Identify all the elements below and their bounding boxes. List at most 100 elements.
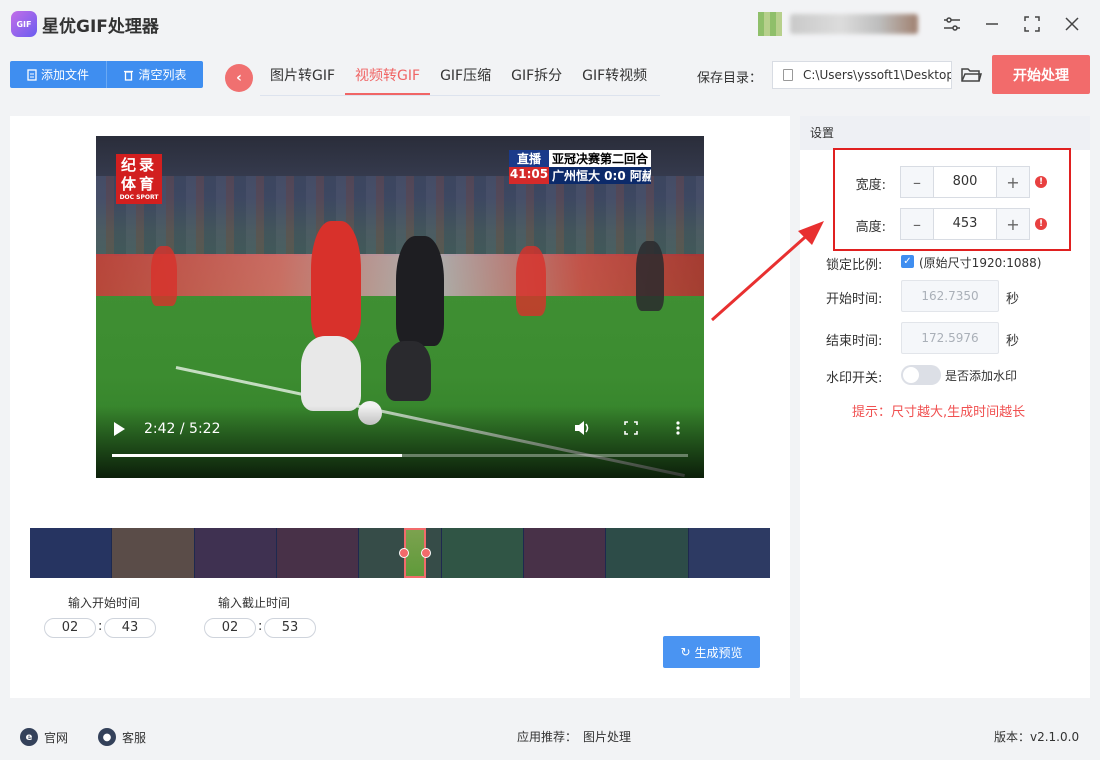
toggle-knob (903, 367, 919, 383)
video-player-black (396, 236, 444, 346)
generate-preview-button[interactable]: ↻ 生成预览 (663, 636, 760, 668)
scoreboard: 直播 亚冠决赛第二回合 41:05 广州恒大 0:0 阿赫利 (509, 150, 651, 184)
folder-open-icon[interactable] (960, 64, 982, 86)
height-warning-icon: ! (1035, 218, 1047, 230)
start-time-setting-label: 开始时间: (826, 292, 883, 307)
lock-ratio-label: 锁定比例: (826, 258, 883, 273)
range-start-handle[interactable] (399, 548, 409, 558)
video-panel: 纪录 体育 DOC SPORT 直播 亚冠决赛第二回合 41:05 广州恒大 0… (10, 116, 790, 698)
start-minute-input[interactable]: 02 (44, 618, 96, 638)
watermark-toggle[interactable] (901, 365, 941, 385)
original-size-text: (原始尺寸1920:1088) (919, 256, 1042, 270)
video-stands (96, 176, 704, 256)
sliders-icon[interactable] (938, 10, 966, 38)
close-icon[interactable] (1058, 10, 1086, 38)
chat-bubble-icon: ● (98, 728, 116, 746)
chevron-left-icon: ‹ (236, 70, 242, 86)
time-colon: : (258, 619, 263, 634)
annotation-arrow-icon (711, 221, 824, 322)
start-process-button[interactable]: 开始处理 (992, 55, 1090, 94)
generate-preview-label: 生成预览 (694, 645, 743, 660)
video-player-red (311, 221, 361, 341)
width-label: 宽度: (855, 178, 886, 193)
tab-video-to-gif[interactable]: 视频转GIF (345, 60, 431, 95)
fullscreen-icon[interactable] (624, 420, 638, 439)
lock-ratio-checkbox[interactable]: ✓ (901, 255, 914, 268)
tab-gif-to-video[interactable]: GIF转视频 (572, 60, 657, 95)
height-minus-button[interactable]: – (901, 209, 934, 239)
height-label: 高度: (855, 220, 886, 235)
clear-list-button[interactable]: 清空列表 (107, 61, 203, 88)
match-score: 广州恒大 0:0 阿赫利 (549, 167, 651, 184)
width-plus-button[interactable]: + (996, 167, 1029, 197)
document-icon (27, 68, 37, 81)
version-text: 版本：v2.1.0.0 (994, 730, 1080, 744)
seconds-unit: 秒 (1006, 334, 1020, 349)
time-colon: : (98, 619, 103, 634)
channel-logo-line1: 纪录 (120, 156, 157, 174)
volume-icon[interactable] (574, 420, 592, 440)
function-tabs: 图片转GIF 视频转GIF GIF压缩 GIF拆分 GIF转视频 (260, 60, 660, 96)
size-tip: 提示：尺寸越大,生成时间越长 (852, 405, 1026, 420)
play-icon[interactable] (114, 422, 125, 436)
video-time: 2:42 / 5:22 (144, 421, 221, 437)
app-recommend: 应用推荐： 图片处理 (517, 728, 631, 745)
tab-gif-split[interactable]: GIF拆分 (501, 60, 572, 95)
height-plus-button[interactable]: + (996, 209, 1029, 239)
end-time-label: 输入截止时间 (218, 596, 291, 610)
end-minute-input[interactable]: 02 (204, 618, 256, 638)
app-title: 星优GIF处理器 (42, 17, 159, 37)
channel-logo: 纪录 体育 DOC SPORT (116, 154, 162, 204)
width-value[interactable]: 800 (934, 167, 996, 197)
video-player-shorts (301, 336, 361, 411)
channel-logo-line2: 体育 (120, 175, 157, 193)
more-vertical-icon[interactable] (676, 420, 680, 439)
settings-header: 设置 (800, 116, 1090, 150)
minimize-icon[interactable] (978, 10, 1006, 38)
match-clock: 41:05 (509, 167, 549, 184)
website-link[interactable]: e 官网 (20, 728, 68, 746)
username-blurred[interactable] (790, 14, 918, 34)
watermark-label: 水印开关: (826, 371, 883, 386)
width-minus-button[interactable]: – (901, 167, 934, 197)
start-second-input[interactable]: 43 (104, 618, 156, 638)
video-progress-fill (112, 454, 402, 457)
add-file-label: 添加文件 (40, 68, 89, 82)
video-controls (96, 406, 704, 478)
seconds-unit: 秒 (1006, 292, 1020, 307)
website-label: 官网 (44, 730, 69, 745)
user-avatar[interactable] (758, 12, 782, 36)
start-time-value: 162.7350 (901, 280, 999, 312)
customer-service-link[interactable]: ● 客服 (98, 728, 146, 746)
height-stepper[interactable]: – 453 + (900, 208, 1030, 240)
maximize-icon[interactable] (1018, 10, 1046, 38)
app-logo-icon: GIF (11, 11, 37, 37)
tab-image-to-gif[interactable]: 图片转GIF (260, 60, 345, 95)
range-end-handle[interactable] (421, 548, 431, 558)
end-second-input[interactable]: 53 (264, 618, 316, 638)
back-chevron-button[interactable]: ‹ (225, 64, 253, 92)
watermark-text: 是否添加水印 (945, 369, 1018, 383)
recommend-link[interactable]: 图片处理 (583, 728, 631, 745)
recommend-label: 应用推荐： (517, 730, 578, 744)
width-warning-icon: ! (1035, 176, 1047, 188)
video-player-bg (151, 246, 177, 306)
width-stepper[interactable]: – 800 + (900, 166, 1030, 198)
end-time-value: 172.5976 (901, 322, 999, 354)
live-label: 直播 (509, 150, 549, 167)
video-player-bg (636, 241, 664, 311)
trash-icon (124, 70, 134, 81)
video-player-bg (516, 246, 546, 316)
file-button-group: 添加文件 清空列表 (10, 61, 203, 88)
refresh-icon: ↻ (680, 645, 691, 659)
end-time-setting-label: 结束时间: (826, 334, 883, 349)
clear-list-label: 清空列表 (138, 68, 187, 82)
video-progress-bar[interactable] (112, 454, 688, 457)
channel-logo-sub: DOC SPORT (119, 194, 159, 201)
save-dir-input[interactable]: C:\Users\yssoft1\Desktop (772, 61, 952, 89)
add-file-button[interactable]: 添加文件 (10, 61, 107, 88)
title-bar: GIF 星优GIF处理器 (0, 0, 1100, 48)
tab-gif-compress[interactable]: GIF压缩 (430, 60, 501, 95)
height-value[interactable]: 453 (934, 209, 996, 239)
video-player[interactable]: 纪录 体育 DOC SPORT 直播 亚冠决赛第二回合 41:05 广州恒大 0… (96, 136, 704, 478)
